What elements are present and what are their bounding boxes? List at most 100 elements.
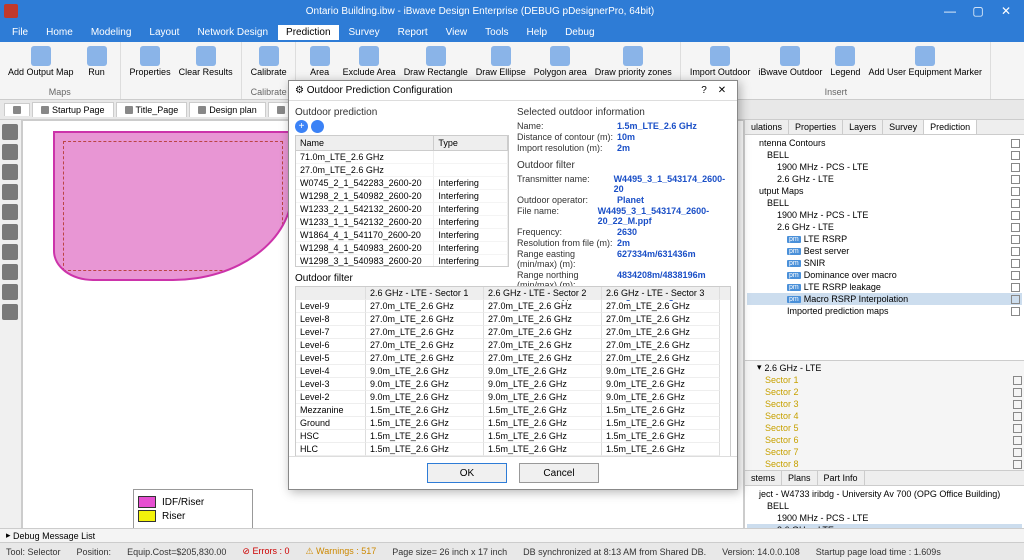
prediction-row[interactable]: W1298_4_1_540983_2600-20Interfering — [296, 242, 508, 255]
panel-tab-prediction[interactable]: Prediction — [924, 120, 977, 134]
menu-network-design[interactable]: Network Design — [189, 25, 276, 40]
sector-node[interactable]: Sector 8 — [745, 458, 1024, 470]
menu-view[interactable]: View — [438, 25, 476, 40]
ribbon-run[interactable]: Run — [80, 44, 114, 79]
ribbon-area[interactable]: Area — [303, 44, 337, 79]
menu-survey[interactable]: Survey — [341, 25, 388, 40]
filter-grid-row[interactable]: Level-727.0m_LTE_2.6 GHz27.0m_LTE_2.6 GH… — [296, 326, 730, 339]
dialog-close-button[interactable]: ✕ — [713, 85, 731, 96]
ribbon-import-outdoor[interactable]: Import Outdoor — [688, 44, 753, 79]
tree-node[interactable]: pmLTE RSRP — [747, 233, 1022, 245]
menu-file[interactable]: File — [4, 25, 36, 40]
panel-tab-survey[interactable]: Survey — [883, 120, 924, 134]
ribbon-draw-priority-zones[interactable]: Draw priority zones — [593, 44, 674, 79]
tree-node[interactable]: 2.6 GHz - LTE — [747, 173, 1022, 185]
ribbon-clear-results[interactable]: Clear Results — [177, 44, 235, 79]
systems-node[interactable]: BELL — [747, 500, 1022, 512]
tree-26ghz-header[interactable]: ▾ 2.6 GHz - LTE — [745, 361, 1024, 374]
tree-node[interactable]: 2.6 GHz - LTE — [747, 221, 1022, 233]
tower-icon[interactable] — [2, 204, 18, 220]
box-icon[interactable] — [2, 224, 18, 240]
panel-tab-properties[interactable]: Properties — [789, 120, 843, 134]
prediction-row[interactable]: 27.0m_LTE_2.6 GHz — [296, 164, 508, 177]
tree-node[interactable]: pmSNIR — [747, 257, 1022, 269]
doc-tab-title-page[interactable]: Title_Page — [116, 102, 188, 117]
tree-node[interactable]: ntenna Contours — [747, 137, 1022, 149]
prediction-row[interactable]: W1864_4_1_541170_2600-20Interfering — [296, 229, 508, 242]
ribbon-properties[interactable]: Properties — [128, 44, 173, 79]
add-button[interactable]: + — [295, 120, 308, 133]
menu-debug[interactable]: Debug — [557, 25, 602, 40]
tree-node[interactable]: Imported prediction maps — [747, 305, 1022, 317]
filter-grid-row[interactable]: HSC1.5m_LTE_2.6 GHz1.5m_LTE_2.6 GHz1.5m_… — [296, 430, 730, 443]
filter-grid-row[interactable]: Level-39.0m_LTE_2.6 GHz9.0m_LTE_2.6 GHz9… — [296, 378, 730, 391]
ribbon-exclude-area[interactable]: Exclude Area — [341, 44, 398, 79]
systems-tab[interactable]: stems — [745, 471, 782, 485]
star-icon[interactable] — [2, 144, 18, 160]
prediction-row[interactable]: W0745_2_1_542283_2600-20Interfering — [296, 177, 508, 190]
menu-layout[interactable]: Layout — [141, 25, 187, 40]
ribbon-draw-rectangle[interactable]: Draw Rectangle — [402, 44, 470, 79]
ribbon-ibwave-outdoor[interactable]: iBwave Outdoor — [756, 44, 824, 79]
filter-grid-row[interactable]: Level-627.0m_LTE_2.6 GHz27.0m_LTE_2.6 GH… — [296, 339, 730, 352]
maximize-button[interactable]: ▢ — [964, 4, 992, 18]
prediction-grid[interactable]: 71.0m_LTE_2.6 GHz27.0m_LTE_2.6 GHzW0745_… — [295, 151, 509, 267]
ribbon-add-output-map[interactable]: Add Output Map — [6, 44, 76, 79]
minimize-button[interactable]: — — [936, 4, 964, 18]
prediction-row[interactable]: W1298_3_1_540983_2600-20Interfering — [296, 255, 508, 267]
tree-node[interactable]: pmDominance over macro — [747, 269, 1022, 281]
systems-node[interactable]: ject - W4733 iribdg - University Av 700 … — [747, 488, 1022, 500]
filter-grid-row[interactable]: Mezzanine1.5m_LTE_2.6 GHz1.5m_LTE_2.6 GH… — [296, 404, 730, 417]
sector-node[interactable]: Sector 1 — [745, 374, 1024, 386]
wave-icon[interactable] — [2, 184, 18, 200]
filter-grid-row[interactable]: Level-49.0m_LTE_2.6 GHz9.0m_LTE_2.6 GHz9… — [296, 365, 730, 378]
panel-tab-layers[interactable]: Layers — [843, 120, 883, 134]
menu-modeling[interactable]: Modeling — [83, 25, 140, 40]
sector-node[interactable]: Sector 3 — [745, 398, 1024, 410]
doc-tab-design-plan[interactable]: Design plan — [189, 102, 266, 117]
sector-node[interactable]: Sector 6 — [745, 434, 1024, 446]
menu-prediction[interactable]: Prediction — [278, 25, 338, 40]
expand-icon[interactable]: ▸ — [6, 530, 11, 541]
ribbon-draw-ellipse[interactable]: Draw Ellipse — [474, 44, 528, 79]
menu-home[interactable]: Home — [38, 25, 81, 40]
debug-message-line[interactable]: ▸ Debug Message List — [0, 528, 1024, 542]
tree-node[interactable]: 1900 MHz - PCS - LTE — [747, 161, 1022, 173]
layers-icon[interactable] — [2, 244, 18, 260]
filter-grid-row[interactable]: Level-29.0m_LTE_2.6 GHz9.0m_LTE_2.6 GHz9… — [296, 391, 730, 404]
close-button[interactable]: ✕ — [992, 4, 1020, 18]
cancel-button[interactable]: Cancel — [519, 463, 599, 483]
tree-node[interactable]: pmMacro RSRP Interpolation — [747, 293, 1022, 305]
filter-grid-row[interactable]: Level-927.0m_LTE_2.6 GHz27.0m_LTE_2.6 GH… — [296, 300, 730, 313]
tree-node[interactable]: BELL — [747, 149, 1022, 161]
prediction-row[interactable]: W1233_1_1_542132_2600-20Interfering — [296, 216, 508, 229]
ribbon-legend[interactable]: Legend — [828, 44, 862, 79]
systems-tab[interactable]: Plans — [782, 471, 818, 485]
filter-grid-row[interactable]: Level-527.0m_LTE_2.6 GHz27.0m_LTE_2.6 GH… — [296, 352, 730, 365]
menu-tools[interactable]: Tools — [477, 25, 516, 40]
tree-node[interactable]: BELL — [747, 197, 1022, 209]
ribbon-polygon-area[interactable]: Polygon area — [532, 44, 589, 79]
ribbon-calibrate[interactable]: Calibrate — [249, 44, 289, 79]
tree-node[interactable]: utput Maps — [747, 185, 1022, 197]
filter-grid-row[interactable]: Level-827.0m_LTE_2.6 GHz27.0m_LTE_2.6 GH… — [296, 313, 730, 326]
ok-button[interactable]: OK — [427, 463, 507, 483]
sector-node[interactable]: Sector 2 — [745, 386, 1024, 398]
dialog-help-button[interactable]: ? — [695, 85, 713, 96]
systems-node[interactable]: 1900 MHz - PCS - LTE — [747, 512, 1022, 524]
grid-icon[interactable] — [2, 284, 18, 300]
filter-grid-row[interactable]: HLC1.5m_LTE_2.6 GHz1.5m_LTE_2.6 GHz1.5m_… — [296, 443, 730, 456]
remove-button[interactable] — [311, 120, 324, 133]
tree-node[interactable]: 1900 MHz - PCS - LTE — [747, 209, 1022, 221]
sector-node[interactable]: Sector 4 — [745, 410, 1024, 422]
filter-grid-row[interactable]: Ground1.5m_LTE_2.6 GHz1.5m_LTE_2.6 GHz1.… — [296, 417, 730, 430]
sector-node[interactable]: Sector 7 — [745, 446, 1024, 458]
dialog-titlebar[interactable]: ⚙ Outdoor Prediction Configuration ? ✕ — [289, 81, 737, 101]
pointer-icon[interactable] — [2, 124, 18, 140]
menu-help[interactable]: Help — [519, 25, 556, 40]
antenna-icon[interactable] — [2, 164, 18, 180]
text-icon[interactable] — [2, 304, 18, 320]
filter-grid[interactable]: 2.6 GHz - LTE - Sector 12.6 GHz - LTE - … — [295, 286, 731, 456]
menu-report[interactable]: Report — [390, 25, 436, 40]
systems-tab[interactable]: Part Info — [818, 471, 865, 485]
